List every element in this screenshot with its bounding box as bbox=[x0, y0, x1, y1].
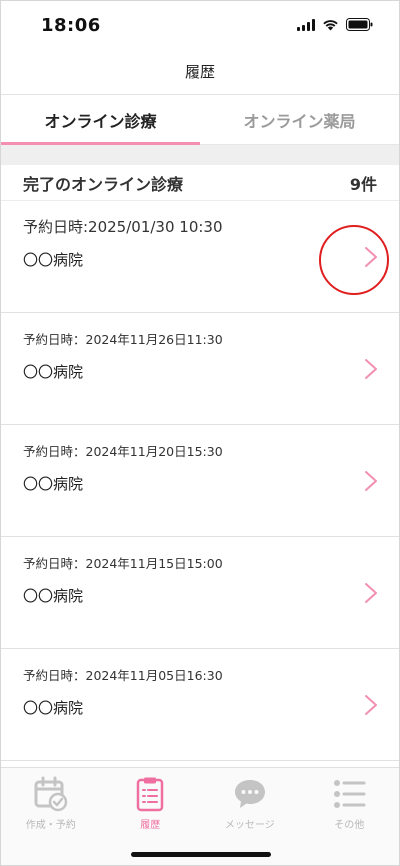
history-record[interactable]: 予約日時：2024年11月26日11:30 〇〇病院 bbox=[1, 313, 399, 425]
bottom-tab-bar: 作成・予約 履歴 メッセージ その他 bbox=[1, 767, 399, 865]
history-list: 予約日時:2025/01/30 10:30 〇〇病院 予約日時：2024年11月… bbox=[1, 201, 399, 761]
section-divider bbox=[1, 145, 399, 165]
tab-bar: オンライン診療 オンライン薬局 bbox=[1, 95, 399, 145]
page-title: 履歴 bbox=[184, 63, 215, 81]
record-hospital-name: 〇〇病院 bbox=[23, 475, 84, 493]
history-record[interactable]: 予約日時：2024年11月15日15:00 〇〇病院 bbox=[1, 537, 399, 649]
record-date: 予約日時：2024年11月26日11:30 bbox=[23, 332, 223, 347]
menu-list-icon bbox=[334, 780, 366, 808]
bottom-tab-label: その他 bbox=[334, 820, 365, 831]
chat-bubble-icon bbox=[234, 780, 265, 808]
tab-online-pharmacy[interactable]: オンライン薬局 bbox=[200, 95, 399, 144]
bottom-tab-other[interactable]: その他 bbox=[300, 768, 400, 834]
bottom-tab-create-reserve[interactable]: 作成・予約 bbox=[1, 768, 101, 834]
clipboard-list-icon bbox=[137, 777, 164, 812]
record-hospital-name: 〇〇病院 bbox=[23, 251, 84, 269]
tab-online-consultation[interactable]: オンライン診療 bbox=[1, 95, 200, 145]
bottom-tab-history[interactable]: 履歴 bbox=[101, 768, 201, 834]
section-count: 9件 bbox=[349, 174, 377, 194]
chevron-right-icon[interactable] bbox=[363, 357, 379, 381]
record-date: 予約日時：2024年11月15日15:00 bbox=[23, 556, 223, 571]
cellular-signal-icon bbox=[297, 18, 315, 31]
section-header: 完了のオンライン診療 9件 bbox=[1, 165, 399, 201]
section-title: 完了のオンライン診療 bbox=[23, 174, 184, 194]
bottom-tab-label: 履歴 bbox=[140, 820, 161, 831]
history-record[interactable]: 予約日時:2025/01/30 10:30 〇〇病院 bbox=[1, 201, 399, 313]
chevron-right-icon[interactable] bbox=[363, 693, 379, 717]
record-date: 予約日時：2024年11月05日16:30 bbox=[23, 668, 223, 683]
record-hospital-name: 〇〇病院 bbox=[23, 699, 84, 717]
navigation-bar: 履歴 bbox=[1, 49, 399, 95]
bottom-tab-messages[interactable]: メッセージ bbox=[200, 768, 300, 834]
status-time: 18:06 bbox=[41, 15, 101, 36]
app-screen: 18:06 履歴 オンライン診療 オンライン薬局 完了のオンライン診療 9件 予… bbox=[0, 0, 400, 866]
chevron-right-icon[interactable] bbox=[363, 469, 379, 493]
record-date: 予約日時:2025/01/30 10:30 bbox=[23, 218, 223, 236]
chevron-right-icon[interactable] bbox=[363, 581, 379, 605]
bottom-tab-label: 作成・予約 bbox=[25, 820, 76, 831]
record-hospital-name: 〇〇病院 bbox=[23, 363, 84, 381]
bottom-tab-label: メッセージ bbox=[224, 820, 275, 831]
history-record[interactable]: 予約日時：2024年11月05日16:30 〇〇病院 bbox=[1, 649, 399, 761]
battery-icon bbox=[346, 18, 373, 31]
status-icons bbox=[297, 18, 373, 31]
wifi-icon bbox=[322, 19, 339, 31]
history-record[interactable]: 予約日時：2024年11月20日15:30 〇〇病院 bbox=[1, 425, 399, 537]
calendar-check-icon bbox=[34, 776, 67, 812]
home-indicator bbox=[131, 852, 271, 857]
status-bar: 18:06 bbox=[1, 1, 399, 49]
record-hospital-name: 〇〇病院 bbox=[23, 587, 84, 605]
record-date: 予約日時：2024年11月20日15:30 bbox=[23, 444, 223, 459]
chevron-right-icon[interactable] bbox=[363, 245, 379, 269]
